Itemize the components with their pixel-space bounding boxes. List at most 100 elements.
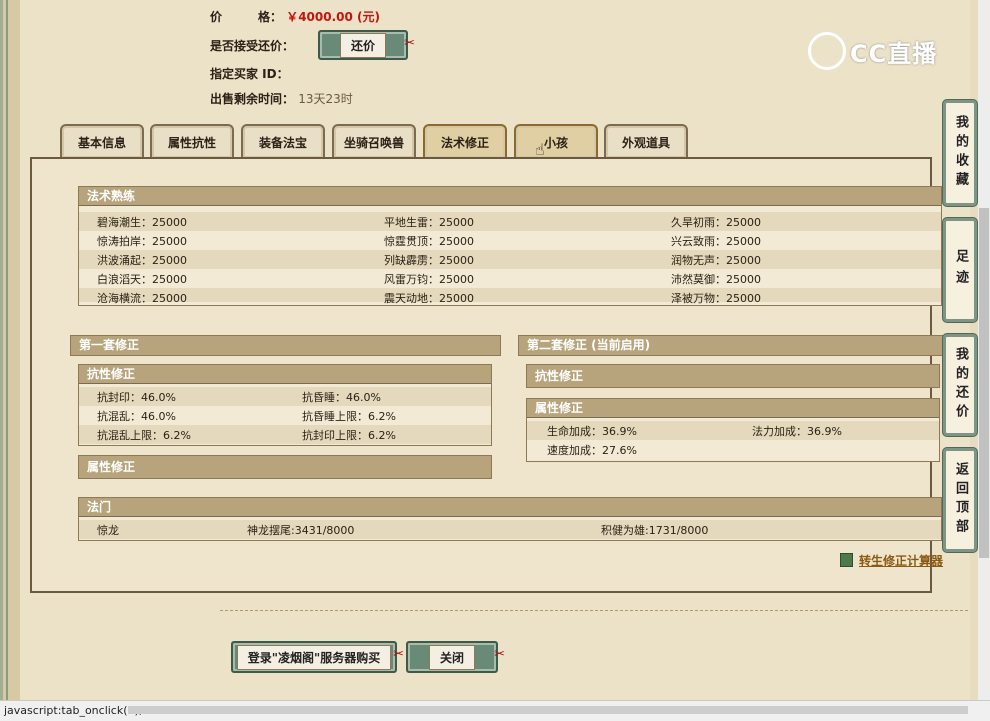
spell-mastery-title: 法术熟练 xyxy=(79,187,941,206)
mastery-col-1: 碧海潮生：25000 惊涛拍岸：25000 洪波涌起：25000 白浪滔天：25… xyxy=(97,213,187,308)
close-button[interactable]: 关闭 ✂ xyxy=(406,641,505,673)
famen-item: 积健为雄:1731/8000 xyxy=(601,524,709,537)
resist-item: 抗封印上限：6.2% xyxy=(302,429,396,442)
mastery-item: 沛然莫御：25000 xyxy=(671,273,761,286)
price-row: 价 格： ￥4000.00 (元) xyxy=(210,8,380,25)
close-button-label: 关闭 xyxy=(428,644,475,670)
set1-title: 第一套修正 xyxy=(70,335,501,356)
tab-label: 坐骑召唤兽 xyxy=(343,135,404,150)
set1-resist-section: 抗性修正 抗封印：46.0% 抗混乱：46.0% 抗混乱上限：6.2% 抗昏睡：… xyxy=(78,364,492,446)
set2-attr-col-1: 生命加成：36.9% 速度加成：27.6% xyxy=(547,422,637,460)
vertical-scroll-thumb[interactable] xyxy=(979,208,989,558)
mastery-item: 平地生雷：25000 xyxy=(384,216,474,229)
set2-title: 第二套修正 (当前启用) xyxy=(518,335,949,356)
attr-item: 生命加成：36.9% xyxy=(547,425,637,438)
row-stripe xyxy=(79,520,941,539)
resist-item: 抗昏睡上限：6.2% xyxy=(302,410,396,423)
mastery-item: 惊涛拍岸：25000 xyxy=(97,235,187,248)
time-value: 13天23时 xyxy=(298,92,353,106)
mastery-item: 久旱初雨：25000 xyxy=(671,216,761,229)
time-label: 出售剩余时间： xyxy=(210,92,295,106)
mastery-item: 风雷万钧：25000 xyxy=(384,273,474,286)
sidebar-back-to-top[interactable]: 返回顶部 xyxy=(943,448,977,552)
set1-resist-col-1: 抗封印：46.0% 抗混乱：46.0% 抗混乱上限：6.2% xyxy=(97,388,191,445)
tab-mount-summon[interactable]: 坐骑召唤兽 xyxy=(332,124,416,158)
buyer-row: 指定买家 ID： xyxy=(210,65,289,82)
price-value: ￥4000.00 (元) xyxy=(286,10,381,24)
divider xyxy=(220,610,968,611)
spell-mastery-section: 法术熟练 碧海潮生：25000 惊涛拍岸：25000 洪波涌起：25000 白浪… xyxy=(78,186,942,306)
bargain-button[interactable]: 还价 ✂ xyxy=(318,30,415,60)
mastery-item: 列缺霹雳：25000 xyxy=(384,254,474,267)
scissor-icon: ✂ xyxy=(404,36,415,51)
bargain-row: 是否接受还价： xyxy=(210,37,294,54)
tab-attribute-resist[interactable]: 属性抗性 xyxy=(150,124,234,158)
famen-item: 神龙摆尾:3431/8000 xyxy=(247,524,355,537)
row-stripe xyxy=(79,250,941,269)
mastery-col-2: 平地生雷：25000 惊霆贯顶：25000 列缺霹雳：25000 风雷万钧：25… xyxy=(384,213,474,308)
rebirth-calculator-label: 转生修正计算器 xyxy=(859,554,944,568)
tab-label: 法术修正 xyxy=(440,135,489,150)
set2-resist-section: 抗性修正 xyxy=(526,364,940,388)
scissor-icon: ✂ xyxy=(393,647,404,662)
resist-item: 抗昏睡：46.0% xyxy=(302,391,381,404)
bargain-label: 是否接受还价： xyxy=(210,39,295,53)
window-frame-left xyxy=(0,0,20,720)
mastery-item: 兴云致雨：25000 xyxy=(671,235,761,248)
attr-item: 法力加成：36.9% xyxy=(752,425,842,438)
tab-label: 外观道具 xyxy=(621,135,670,150)
calculator-icon xyxy=(840,553,853,567)
famen-title: 法门 xyxy=(79,498,941,517)
set2-attr-title: 属性修正 xyxy=(527,399,939,418)
mastery-item: 沧海横流：25000 xyxy=(97,292,187,305)
set2-attr-section: 属性修正 生命加成：36.9% 速度加成：27.6% 法力加成：36.9% xyxy=(526,398,940,462)
resist-item: 抗混乱上限：6.2% xyxy=(97,429,191,442)
tab-appearance[interactable]: 外观道具 xyxy=(604,124,688,158)
mastery-item: 惊霆贯顶：25000 xyxy=(384,235,474,248)
horizontal-scroll-thumb[interactable] xyxy=(128,706,968,714)
tab-child[interactable]: 小孩 xyxy=(514,124,598,158)
tab-label: 属性抗性 xyxy=(167,135,216,150)
tab-label: 装备法宝 xyxy=(258,135,307,150)
mastery-item: 碧海潮生：25000 xyxy=(97,216,187,229)
set1-resist-title: 抗性修正 xyxy=(79,365,491,384)
tab-basic-info[interactable]: 基本信息 xyxy=(60,124,144,158)
bargain-button-label: 还价 xyxy=(339,32,386,58)
sidebar-label: 我的收藏 xyxy=(953,115,968,191)
set1-attr-title: 属性修正 xyxy=(79,456,491,478)
sidebar-label: 返回顶部 xyxy=(953,462,968,538)
logo-mark-icon xyxy=(808,32,846,70)
sidebar-label: 足迹 xyxy=(953,249,968,291)
famen-item: 惊龙 xyxy=(97,524,119,537)
tab-equipment[interactable]: 装备法宝 xyxy=(241,124,325,158)
mastery-item: 润物无声：25000 xyxy=(671,254,761,267)
cc-live-logo: CC直播 xyxy=(808,32,937,70)
buyer-label: 指定买家 ID： xyxy=(210,67,289,81)
rebirth-calculator-link[interactable]: 转生修正计算器 xyxy=(840,552,943,569)
row-stripe xyxy=(79,212,941,231)
time-row: 出售剩余时间： 13天23时 xyxy=(210,90,353,107)
sidebar-my-bargains[interactable]: 我的还价 xyxy=(943,334,977,436)
tab-label: 基本信息 xyxy=(77,135,126,150)
sidebar-label: 我的还价 xyxy=(953,347,968,423)
price-label: 价 格： xyxy=(210,10,283,24)
tab-label: 小孩 xyxy=(543,135,568,150)
row-stripe xyxy=(79,288,941,302)
login-buy-label: 登录"凌烟阁"服务器购买 xyxy=(236,644,392,670)
mastery-item: 泽被万物：25000 xyxy=(671,292,761,305)
logo-text: CC直播 xyxy=(850,39,938,68)
sidebar-favorites[interactable]: 我的收藏 xyxy=(943,100,977,206)
mastery-item: 白浪滔天：25000 xyxy=(97,273,187,286)
famen-section: 法门 惊龙 神龙摆尾:3431/8000 积健为雄:1731/8000 xyxy=(78,497,942,541)
set1-attr-section: 属性修正 xyxy=(78,455,492,479)
tab-spell-correction[interactable]: 法术修正 xyxy=(423,124,507,158)
sidebar-history[interactable]: 足迹 xyxy=(943,218,977,322)
status-text: javascript:tab_onclick(6); xyxy=(4,704,143,717)
login-buy-button[interactable]: 登录"凌烟阁"服务器购买 ✂ xyxy=(231,641,404,673)
attr-item: 速度加成：27.6% xyxy=(547,444,637,457)
mastery-item: 震天动地：25000 xyxy=(384,292,474,305)
set2-attr-col-2: 法力加成：36.9% xyxy=(752,422,842,441)
set1-resist-col-2: 抗昏睡：46.0% 抗昏睡上限：6.2% 抗封印上限：6.2% xyxy=(302,388,396,445)
scissor-icon: ✂ xyxy=(494,647,505,662)
mastery-col-3: 久旱初雨：25000 兴云致雨：25000 润物无声：25000 沛然莫御：25… xyxy=(671,213,761,308)
